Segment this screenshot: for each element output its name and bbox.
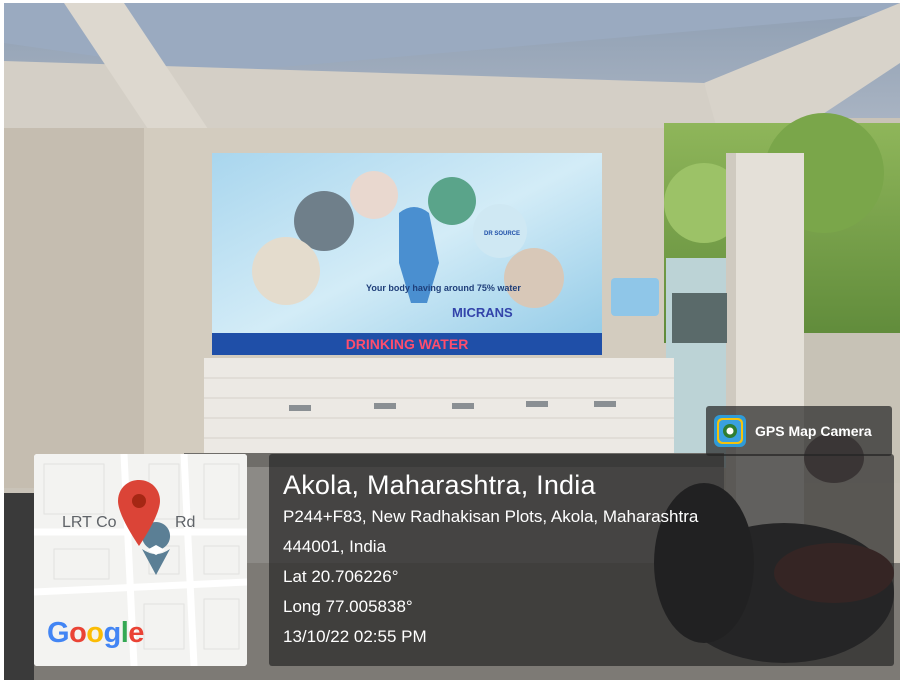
banner-body-text: Your body having around 75% water bbox=[366, 283, 521, 293]
address-line-1: P244+F83, New Radhakisan Plots, Akola, M… bbox=[283, 507, 699, 526]
latitude: Lat 20.706226° bbox=[283, 567, 399, 586]
app-name-label: GPS Map Camera bbox=[755, 423, 872, 439]
banner-badge-text: DR SOURCE bbox=[484, 231, 520, 237]
gps-map-camera-app-icon bbox=[714, 415, 746, 447]
location-city: Akola, Maharashtra, India bbox=[283, 470, 596, 500]
banner-title: DRINKING WATER bbox=[346, 336, 469, 352]
gps-map-camera-badge: GPS Map Camera bbox=[706, 406, 892, 456]
map-thumbnail: LRT Co Rd Google bbox=[34, 454, 247, 666]
banner-logo: MICRANS bbox=[452, 305, 513, 320]
map-road-label-left: LRT Co bbox=[62, 514, 117, 531]
address-line-2: 444001, India bbox=[283, 537, 387, 556]
location-pin-icon bbox=[118, 480, 160, 546]
location-info-panel: Akola, Maharashtra, India P244+F83, New … bbox=[269, 454, 894, 666]
timestamp: 13/10/22 02:55 PM bbox=[283, 627, 427, 646]
google-logo: Google bbox=[47, 617, 144, 649]
map-road-label-right: Rd bbox=[175, 514, 196, 531]
longitude: Long 77.005838° bbox=[283, 597, 413, 616]
photo-frame: DRINKING WATER Your body having around 7… bbox=[4, 3, 900, 680]
